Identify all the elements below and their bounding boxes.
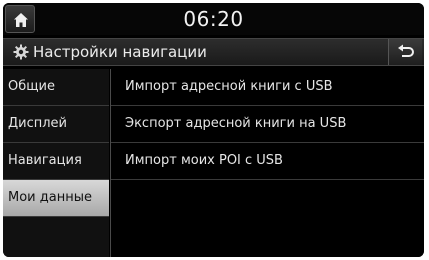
sidebar-item-navigation[interactable]: Навигация bbox=[3, 143, 109, 180]
option-label: Импорт моих POI с USB bbox=[125, 153, 283, 168]
options-list: Импорт адресной книги с USB Экспорт адре… bbox=[111, 69, 424, 257]
sidebar: Общие Дисплей Навигация Мои данные bbox=[3, 69, 109, 257]
back-arrow-icon bbox=[398, 44, 414, 57]
sidebar-item-label: Дисплей bbox=[8, 116, 68, 131]
sidebar-item-my-data[interactable]: Мои данные bbox=[3, 180, 109, 217]
title-bar: Настройки навигации bbox=[3, 38, 424, 66]
status-bar: 06:20 bbox=[3, 3, 424, 35]
sidebar-item-display[interactable]: Дисплей bbox=[3, 106, 109, 143]
option-label: Экспорт адресной книги на USB bbox=[125, 116, 347, 131]
sidebar-item-label: Общие bbox=[8, 79, 55, 94]
import-address-book-option[interactable]: Импорт адресной книги с USB bbox=[111, 69, 424, 106]
gear-icon bbox=[13, 44, 29, 60]
page-title: Настройки навигации bbox=[33, 43, 207, 61]
sidebar-item-general[interactable]: Общие bbox=[3, 69, 109, 106]
clock: 06:20 bbox=[183, 7, 244, 31]
export-address-book-option[interactable]: Экспорт адресной книги на USB bbox=[111, 106, 424, 143]
navigation-settings-screen: 06:20 Настройки навигации Общие Дисплей … bbox=[3, 3, 424, 257]
screen: 06:20 Настройки навигации Общие Дисплей … bbox=[0, 0, 429, 260]
sidebar-item-label: Навигация bbox=[8, 153, 82, 168]
import-poi-option[interactable]: Импорт моих POI с USB bbox=[111, 143, 424, 180]
sidebar-item-label: Мои данные bbox=[8, 190, 92, 205]
back-button[interactable] bbox=[388, 39, 422, 65]
option-label: Импорт адресной книги с USB bbox=[125, 79, 333, 94]
